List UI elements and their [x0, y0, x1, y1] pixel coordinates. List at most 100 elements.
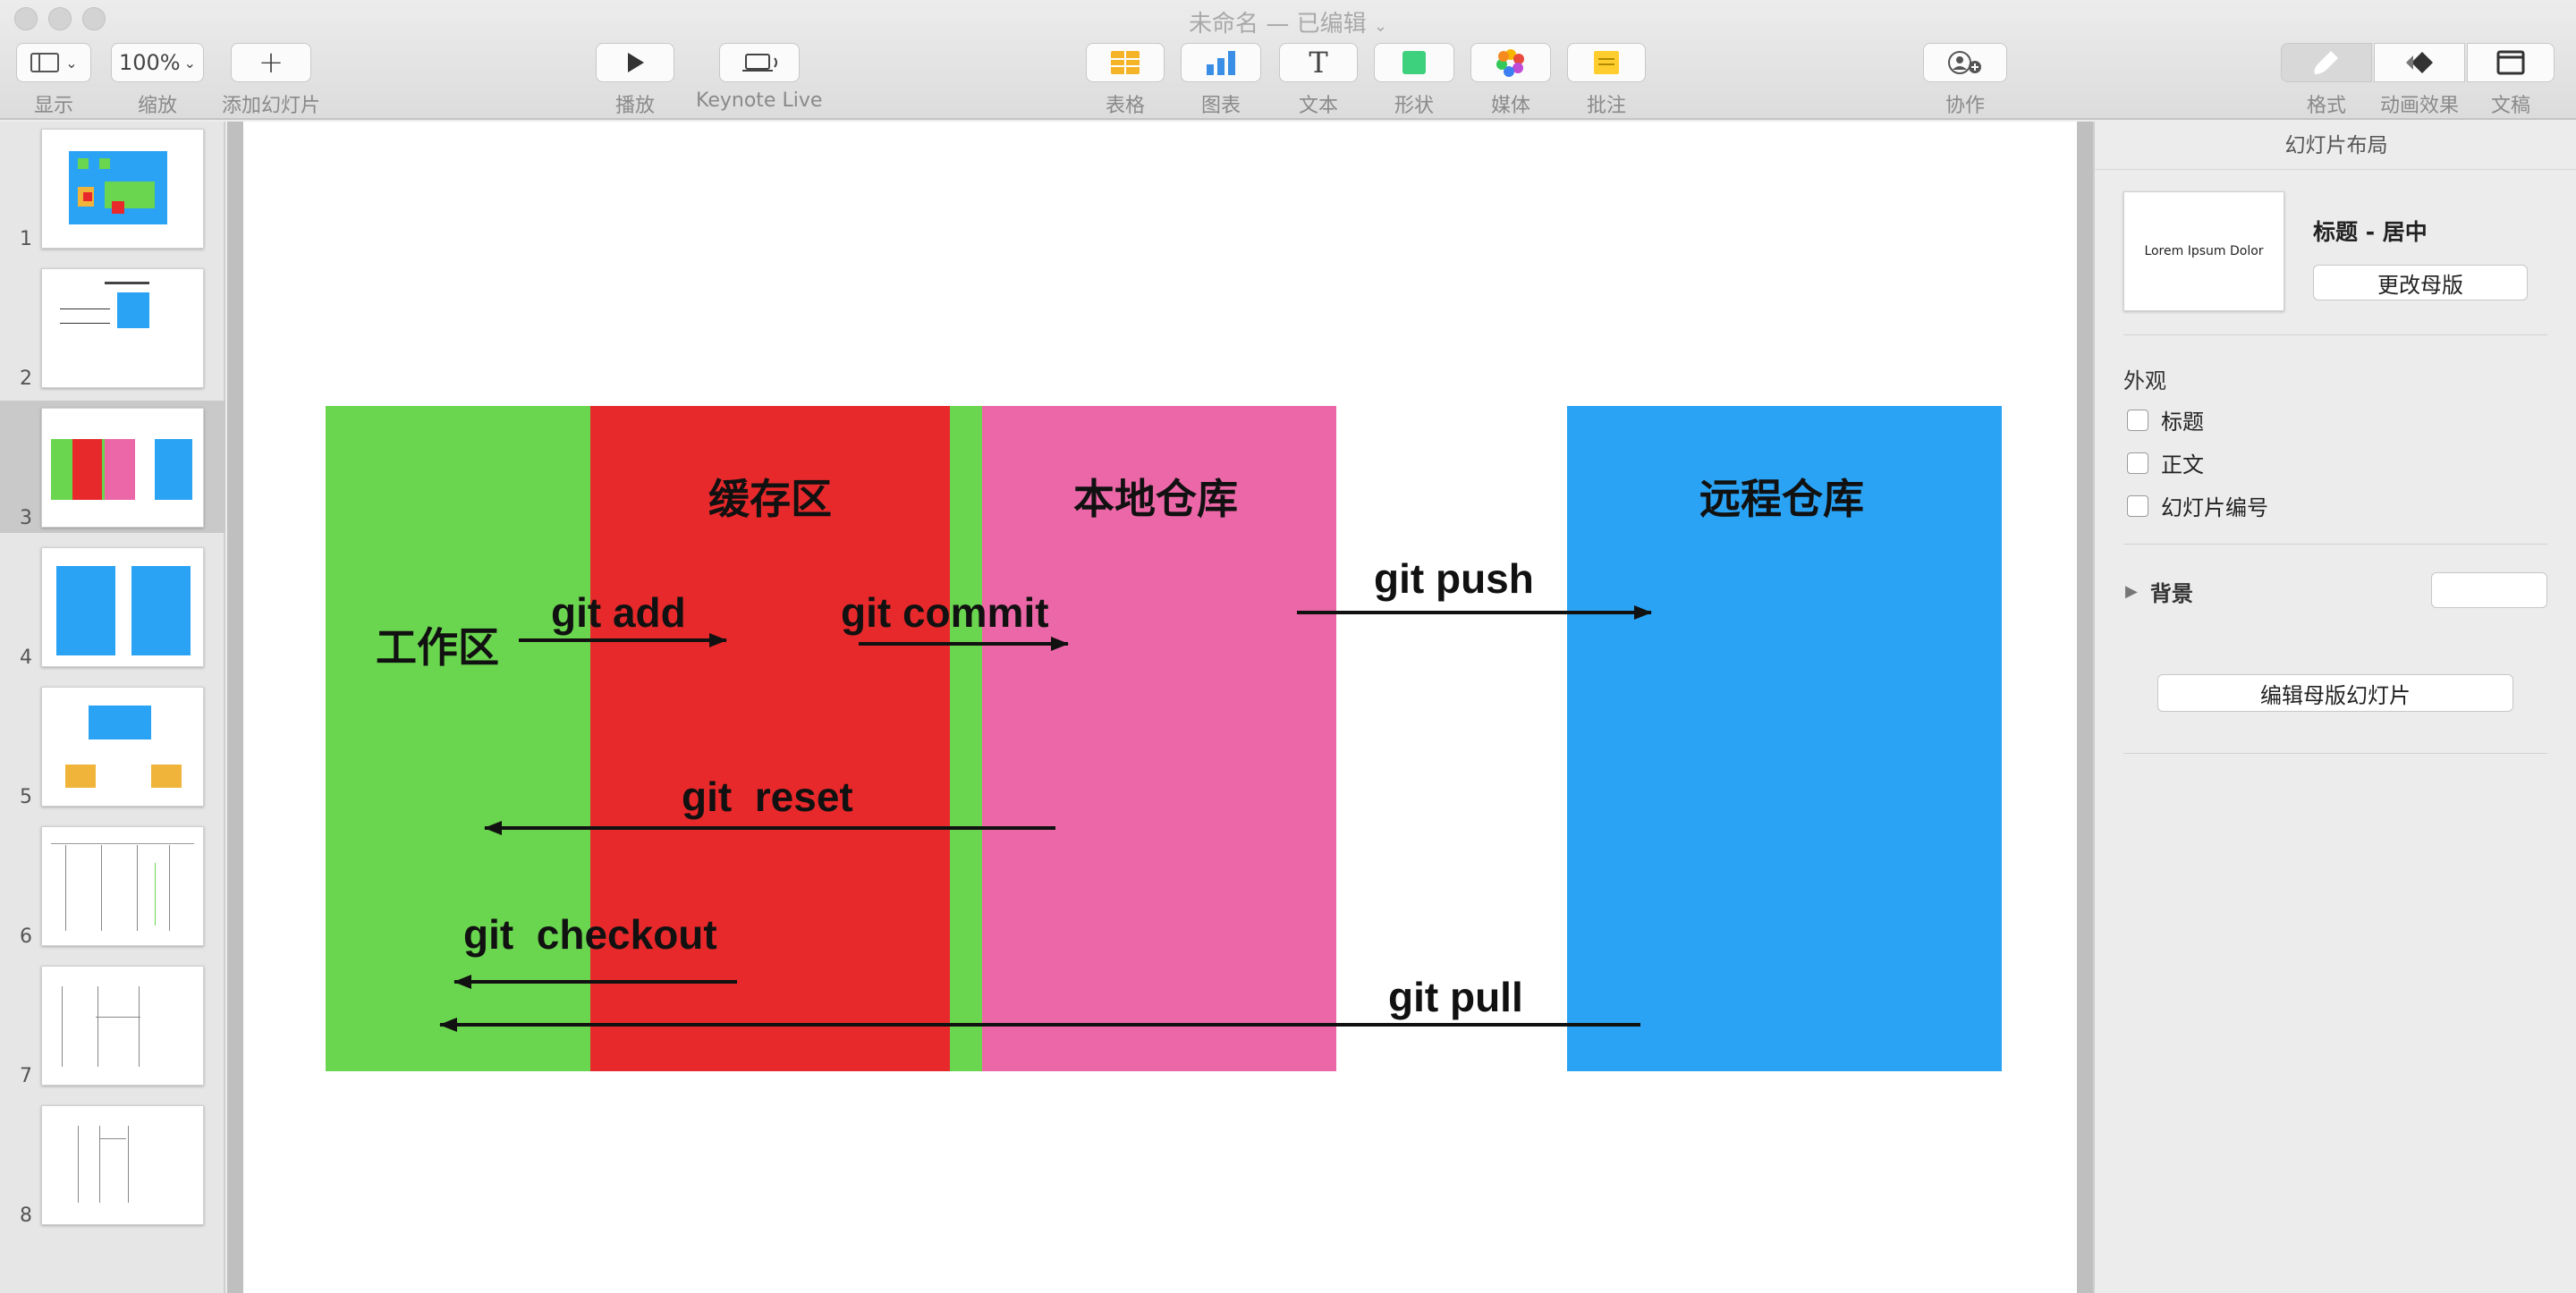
- add-slide-label: 添加幻灯片: [222, 95, 321, 117]
- play-label: 播放: [614, 95, 655, 117]
- document-button[interactable]: [2467, 43, 2555, 82]
- photos-flower-icon: [1496, 49, 1524, 77]
- slide-number: 4: [20, 646, 32, 669]
- slide-number: 7: [20, 1065, 32, 1087]
- chart-label: 图表: [1200, 95, 1241, 117]
- slide-thumbnail-8[interactable]: 8: [0, 1098, 225, 1230]
- slide-number-checkbox[interactable]: [2127, 494, 2148, 517]
- slide-navigator: 1 2 3 4 5 6 7 8: [0, 122, 225, 1293]
- document-menu[interactable]: 文稿: [2467, 43, 2555, 118]
- git-add-label[interactable]: git add: [551, 588, 686, 637]
- format-label: 格式: [2306, 95, 2346, 117]
- text-menu[interactable]: T 文本: [1279, 43, 1358, 118]
- bar-chart-icon: [1207, 51, 1235, 75]
- layout-preview-text: Lorem Ipsum Dolor: [2144, 244, 2264, 258]
- animate-label: 动画效果: [2379, 95, 2459, 117]
- body-option-label: 正文: [2161, 452, 2204, 477]
- git-reset-label[interactable]: git reset: [682, 773, 853, 821]
- slide-thumbnail-image: [41, 966, 204, 1086]
- add-slide-menu[interactable]: + 添加幻灯片: [222, 43, 320, 118]
- table-label: 表格: [1105, 95, 1145, 117]
- background-row[interactable]: ▶ 背景: [2125, 576, 2193, 607]
- edit-master-slide-button[interactable]: 编辑母版幻灯片: [2157, 674, 2513, 712]
- format-menu[interactable]: 格式: [2281, 43, 2372, 118]
- slide-thumbnail-image: [41, 268, 204, 388]
- table-menu[interactable]: 表格: [1086, 43, 1165, 118]
- layout-preview[interactable]: Lorem Ipsum Dolor: [2123, 191, 2284, 311]
- media-menu[interactable]: 媒体: [1470, 43, 1551, 118]
- view-label: 显示: [33, 95, 73, 117]
- slide-number: 2: [20, 368, 32, 390]
- shape-menu[interactable]: 形状: [1374, 43, 1454, 118]
- keynote-live-icon: [741, 54, 777, 72]
- body-option[interactable]: 正文: [2127, 447, 2204, 478]
- document-name: 未命名: [1189, 11, 1259, 38]
- collaborate-menu[interactable]: 协作: [1923, 43, 2007, 118]
- change-master-button[interactable]: 更改母版: [2313, 265, 2528, 300]
- divider: [2123, 334, 2547, 335]
- divider: [2123, 753, 2547, 754]
- play-button[interactable]: [596, 43, 674, 82]
- keynote-window: 未命名 — 已编辑 ⌄ ⌄ 显示 100% ⌄ 缩放 + 添加幻灯片 播放 Ke…: [0, 0, 2576, 1293]
- slide[interactable]: 工作区 缓存区 本地仓库 远程仓库 git add git commit git…: [243, 122, 2077, 1293]
- background-label: 背景: [2149, 581, 2193, 606]
- zoom-menu[interactable]: 100% ⌄ 缩放: [111, 43, 204, 118]
- chart-button[interactable]: [1181, 43, 1261, 82]
- git-checkout-label[interactable]: git checkout: [463, 910, 717, 959]
- sidebar-layout-icon: [30, 53, 60, 72]
- animate-menu[interactable]: 动画效果: [2374, 43, 2465, 118]
- comment-button[interactable]: [1567, 43, 1646, 82]
- slide-thumbnail-3[interactable]: 3: [0, 401, 225, 533]
- git-pull-label[interactable]: git pull: [1388, 973, 1523, 1021]
- paintbrush-icon: [2314, 51, 2338, 74]
- slide-thumbnail-image: [41, 826, 204, 946]
- local-repo-label[interactable]: 本地仓库: [1073, 467, 1238, 526]
- comment-menu[interactable]: 批注: [1567, 43, 1646, 118]
- layout-name: 标题 - 居中: [2313, 219, 2428, 245]
- remote-repo-label[interactable]: 远程仓库: [1699, 467, 1864, 526]
- document-inspector-icon: [2496, 50, 2525, 75]
- slide-number-option[interactable]: 幻灯片编号: [2127, 490, 2268, 521]
- slide-thumbnail-6[interactable]: 6: [0, 819, 225, 951]
- media-button[interactable]: [1470, 43, 1551, 82]
- slide-thumbnail-4[interactable]: 4: [0, 540, 225, 672]
- animate-button[interactable]: [2374, 43, 2465, 82]
- view-menu[interactable]: ⌄ 显示: [16, 43, 91, 118]
- git-push-label[interactable]: git push: [1374, 554, 1534, 603]
- staging-area-label[interactable]: 缓存区: [708, 467, 832, 526]
- media-label: 媒体: [1490, 95, 1530, 117]
- git-commit-label[interactable]: git commit: [841, 588, 1049, 637]
- table-button[interactable]: [1086, 43, 1165, 82]
- chevron-down-icon[interactable]: ⌄: [1374, 17, 1387, 36]
- slide-thumbnail-7[interactable]: 7: [0, 959, 225, 1091]
- text-box-icon[interactable]: T: [1279, 43, 1358, 82]
- title-option[interactable]: 标题: [2127, 404, 2204, 435]
- table-icon: [1111, 51, 1140, 74]
- keynote-live-menu[interactable]: Keynote Live: [696, 43, 822, 112]
- zoom-select[interactable]: 100% ⌄: [111, 43, 204, 82]
- view-button[interactable]: ⌄: [16, 43, 91, 82]
- document-label: 文稿: [2490, 95, 2530, 117]
- play-menu[interactable]: 播放: [596, 43, 674, 118]
- slide-thumbnail-1[interactable]: 1: [0, 122, 225, 254]
- chart-menu[interactable]: 图表: [1181, 43, 1261, 118]
- format-button[interactable]: [2281, 43, 2372, 82]
- background-color-well[interactable]: [2431, 572, 2547, 608]
- body-checkbox[interactable]: [2127, 452, 2148, 474]
- comment-label: 批注: [1586, 95, 1626, 117]
- slide-thumbnail-2[interactable]: 2: [0, 261, 225, 393]
- slide-number: 8: [20, 1204, 32, 1227]
- plus-icon[interactable]: +: [231, 43, 311, 82]
- shape-button[interactable]: [1374, 43, 1454, 82]
- divider: [2123, 544, 2547, 545]
- animate-diamond-icon: [2406, 52, 2433, 73]
- edit-status: — 已编辑: [1266, 11, 1367, 38]
- slide-thumbnail-image: [41, 129, 204, 249]
- disclosure-triangle-icon[interactable]: ▶: [2125, 582, 2138, 601]
- zoom-label: 缩放: [137, 95, 177, 117]
- slide-thumbnail-5[interactable]: 5: [0, 680, 225, 812]
- keynote-live-button[interactable]: [718, 43, 800, 82]
- collaborate-button[interactable]: [1923, 43, 2007, 82]
- title-checkbox[interactable]: [2127, 409, 2148, 431]
- working-area-label[interactable]: 工作区: [376, 615, 499, 674]
